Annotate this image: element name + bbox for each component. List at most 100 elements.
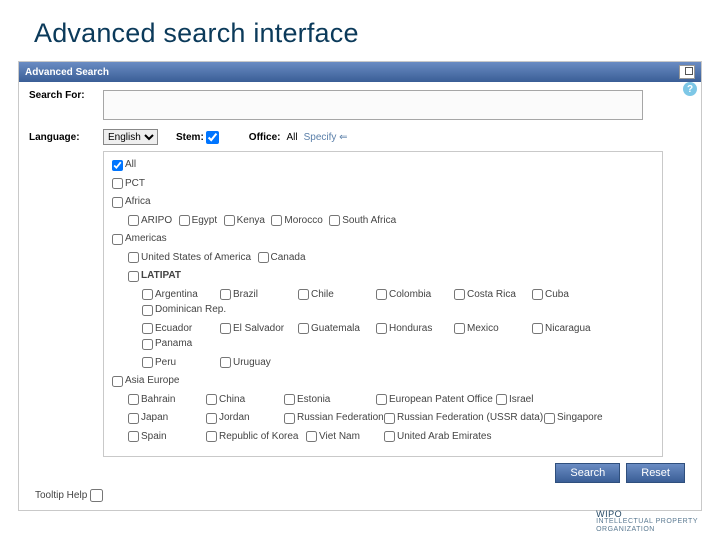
office-item[interactable]: Honduras — [376, 322, 432, 336]
office-item[interactable]: Japan — [128, 411, 168, 425]
office-americas[interactable]: Americas — [112, 232, 167, 246]
office-item[interactable]: Republic of Korea — [206, 430, 299, 444]
checkbox[interactable] — [220, 357, 231, 368]
office-item[interactable]: Jordan — [206, 411, 250, 425]
office-item[interactable]: European Patent Office — [376, 393, 493, 407]
office-pct[interactable]: PCT — [112, 177, 145, 191]
office-item[interactable]: ARIPO — [128, 214, 172, 228]
specify-link[interactable]: Specify ⇐ — [304, 132, 348, 143]
office-item[interactable]: Canada — [258, 251, 306, 265]
stem-checkbox[interactable] — [206, 131, 219, 144]
office-item[interactable]: China — [206, 393, 245, 407]
checkbox[interactable] — [142, 305, 153, 316]
checkbox[interactable] — [128, 252, 139, 263]
checkbox[interactable] — [298, 323, 309, 334]
reset-button[interactable]: Reset — [626, 463, 685, 483]
list-item: Americas — [112, 232, 654, 248]
checkbox[interactable] — [224, 215, 235, 226]
checkbox[interactable] — [376, 323, 387, 334]
checkbox[interactable] — [112, 376, 123, 387]
checkbox[interactable] — [206, 394, 217, 405]
checkbox[interactable] — [258, 252, 269, 263]
office-item[interactable]: Russian Federation — [284, 411, 384, 425]
office-item[interactable]: Mexico — [454, 322, 499, 336]
office-item[interactable]: Panama — [142, 337, 192, 351]
office-item[interactable]: Russian Federation (USSR data) — [384, 411, 543, 425]
checkbox[interactable] — [376, 394, 387, 405]
office-item[interactable]: Morocco — [271, 214, 322, 228]
office-item[interactable]: Colombia — [376, 288, 431, 302]
office-item[interactable]: Guatemala — [298, 322, 360, 336]
checkbox[interactable] — [220, 289, 231, 300]
checkbox[interactable] — [142, 323, 153, 334]
office-item[interactable]: South Africa — [329, 214, 396, 228]
checkbox[interactable] — [220, 323, 231, 334]
checkbox[interactable] — [284, 394, 295, 405]
office-item[interactable]: Brazil — [220, 288, 258, 302]
checkbox[interactable] — [128, 271, 139, 282]
office-item[interactable]: Chile — [298, 288, 334, 302]
office-item[interactable]: Costa Rica — [454, 288, 516, 302]
office-item[interactable]: Bahrain — [128, 393, 175, 407]
office-item[interactable]: Ecuador — [142, 322, 192, 336]
checkbox[interactable] — [179, 215, 190, 226]
help-icon[interactable]: ? — [683, 82, 697, 96]
office-item[interactable]: Dominican Rep. — [142, 303, 226, 317]
office-item[interactable]: Cuba — [532, 288, 569, 302]
checkbox[interactable] — [532, 289, 543, 300]
checkbox[interactable] — [128, 394, 139, 405]
office-item[interactable]: El Salvador — [220, 322, 284, 336]
office-item[interactable]: Peru — [142, 356, 176, 370]
language-select[interactable]: English — [103, 129, 158, 145]
office-latipat[interactable]: LATIPAT — [128, 269, 181, 283]
checkbox[interactable] — [142, 339, 153, 350]
checkbox[interactable] — [112, 160, 123, 171]
checkbox[interactable] — [112, 234, 123, 245]
checkbox[interactable] — [306, 431, 317, 442]
checkbox[interactable] — [496, 394, 507, 405]
checkbox[interactable] — [206, 413, 217, 424]
checkbox[interactable] — [544, 413, 555, 424]
checkbox[interactable] — [298, 289, 309, 300]
label: LATIPAT — [141, 270, 181, 281]
tooltip-help-checkbox[interactable] — [90, 489, 103, 502]
checkbox[interactable] — [532, 323, 543, 334]
office-item[interactable]: Singapore — [544, 411, 603, 425]
search-button[interactable]: Search — [555, 463, 620, 483]
checkbox[interactable] — [206, 431, 217, 442]
label: Uruguay — [233, 356, 271, 370]
checkbox[interactable] — [142, 289, 153, 300]
office-item[interactable]: United Arab Emirates — [384, 430, 492, 444]
checkbox[interactable] — [271, 215, 282, 226]
search-input[interactable] — [103, 90, 643, 120]
office-item[interactable]: Viet Nam — [306, 430, 360, 444]
search-box: ? — [103, 90, 691, 123]
office-item[interactable]: Nicaragua — [532, 322, 591, 336]
office-item[interactable]: Uruguay — [220, 356, 271, 370]
checkbox[interactable] — [284, 413, 295, 424]
advanced-search-panel: Advanced Search Search For: ? Language: … — [18, 61, 702, 511]
office-item[interactable]: Kenya — [224, 214, 265, 228]
office-asia-europe[interactable]: Asia Europe — [112, 374, 179, 388]
office-all[interactable]: All — [112, 158, 136, 172]
checkbox[interactable] — [128, 215, 139, 226]
checkbox[interactable] — [384, 413, 395, 424]
checkbox[interactable] — [112, 197, 123, 208]
office-item[interactable]: Israel — [496, 393, 533, 407]
office-africa[interactable]: Africa — [112, 195, 151, 209]
checkbox[interactable] — [329, 215, 340, 226]
checkbox[interactable] — [128, 431, 139, 442]
office-item[interactable]: Estonia — [284, 393, 330, 407]
office-item[interactable]: Spain — [128, 430, 167, 444]
checkbox[interactable] — [384, 431, 395, 442]
checkbox[interactable] — [454, 323, 465, 334]
expand-icon[interactable] — [679, 65, 695, 79]
office-item[interactable]: Argentina — [142, 288, 198, 302]
checkbox[interactable] — [454, 289, 465, 300]
office-item[interactable]: United States of America — [128, 251, 251, 265]
checkbox[interactable] — [142, 357, 153, 368]
checkbox[interactable] — [376, 289, 387, 300]
office-item[interactable]: Egypt — [179, 214, 218, 228]
checkbox[interactable] — [112, 178, 123, 189]
checkbox[interactable] — [128, 413, 139, 424]
